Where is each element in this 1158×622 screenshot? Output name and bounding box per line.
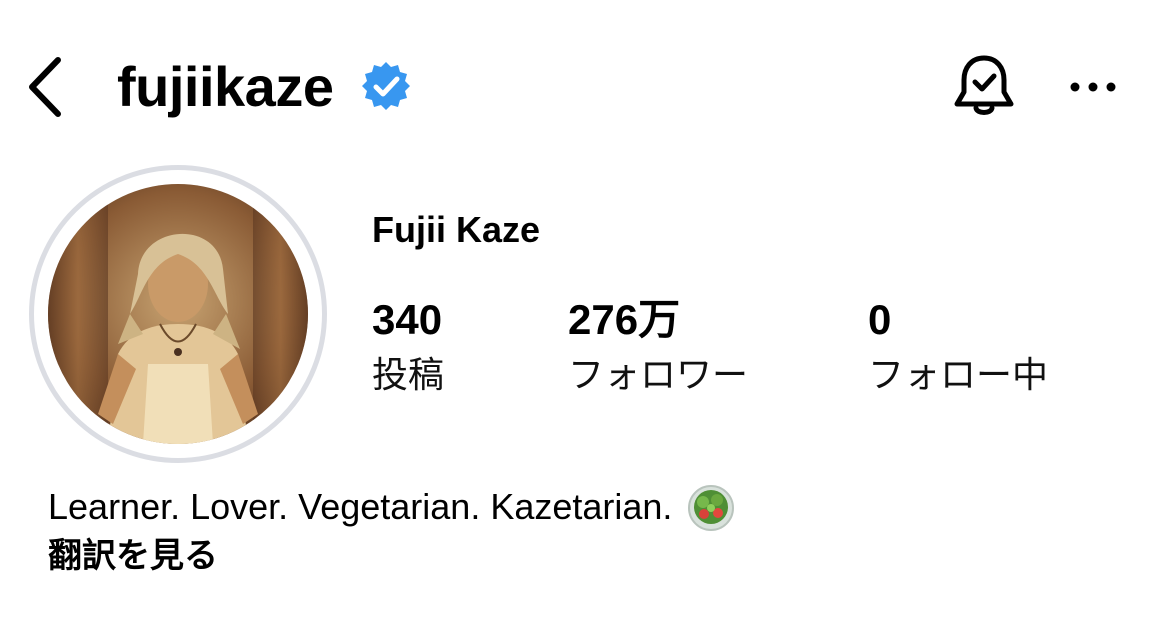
followers-stat[interactable]: 276万 フォロワー: [568, 295, 748, 397]
posts-count: 340: [372, 296, 443, 343]
profile-photo: [48, 184, 308, 444]
profile-page: fujiikaze Fujii Kaze 340 投稿 276万 フォロワー 0…: [0, 0, 1158, 622]
notifications-button[interactable]: [950, 52, 1018, 120]
profile-username: fujiikaze: [117, 55, 334, 118]
followers-count: 276万: [568, 296, 681, 343]
bio-text: Learner. Lover. Vegetarian. Kazetarian.: [48, 486, 673, 527]
back-button[interactable]: [22, 52, 70, 122]
display-name: Fujii Kaze: [372, 209, 541, 250]
following-count: 0: [868, 296, 892, 343]
avatar[interactable]: [48, 184, 308, 444]
more-horizontal-icon: [1070, 82, 1116, 92]
posts-stat[interactable]: 340 投稿: [372, 295, 444, 397]
bio: Learner. Lover. Vegetarian. Kazetarian.: [48, 482, 736, 532]
bell-check-icon: [954, 55, 1014, 115]
chevron-left-icon: [29, 57, 61, 117]
salad-icon: [688, 485, 735, 531]
following-label: フォロー中: [868, 354, 1049, 395]
following-stat[interactable]: 0 フォロー中: [868, 295, 1048, 397]
posts-label: 投稿: [372, 354, 445, 395]
followers-label: フォロワー: [568, 354, 749, 395]
see-translation-link[interactable]: 翻訳を見る: [48, 534, 218, 578]
verified-badge-icon: [362, 62, 410, 110]
more-options-button[interactable]: [1065, 70, 1121, 104]
